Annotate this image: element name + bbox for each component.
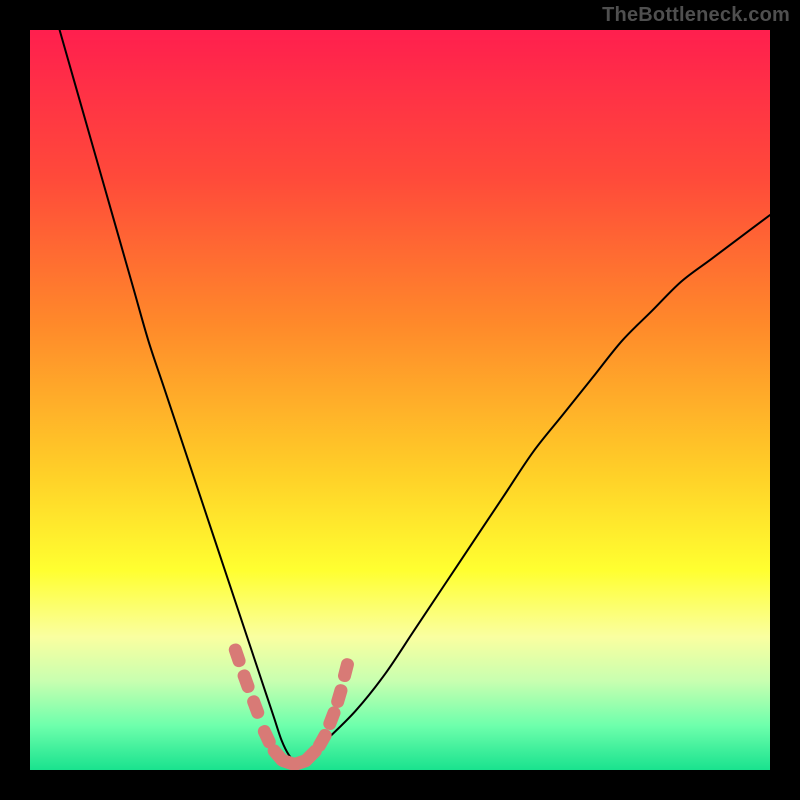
- chart-frame: TheBottleneck.com: [0, 0, 800, 800]
- attribution-label: TheBottleneck.com: [602, 4, 790, 27]
- bottleneck-chart: [30, 30, 770, 770]
- plot-area: [30, 30, 770, 770]
- gradient-background: [30, 30, 770, 770]
